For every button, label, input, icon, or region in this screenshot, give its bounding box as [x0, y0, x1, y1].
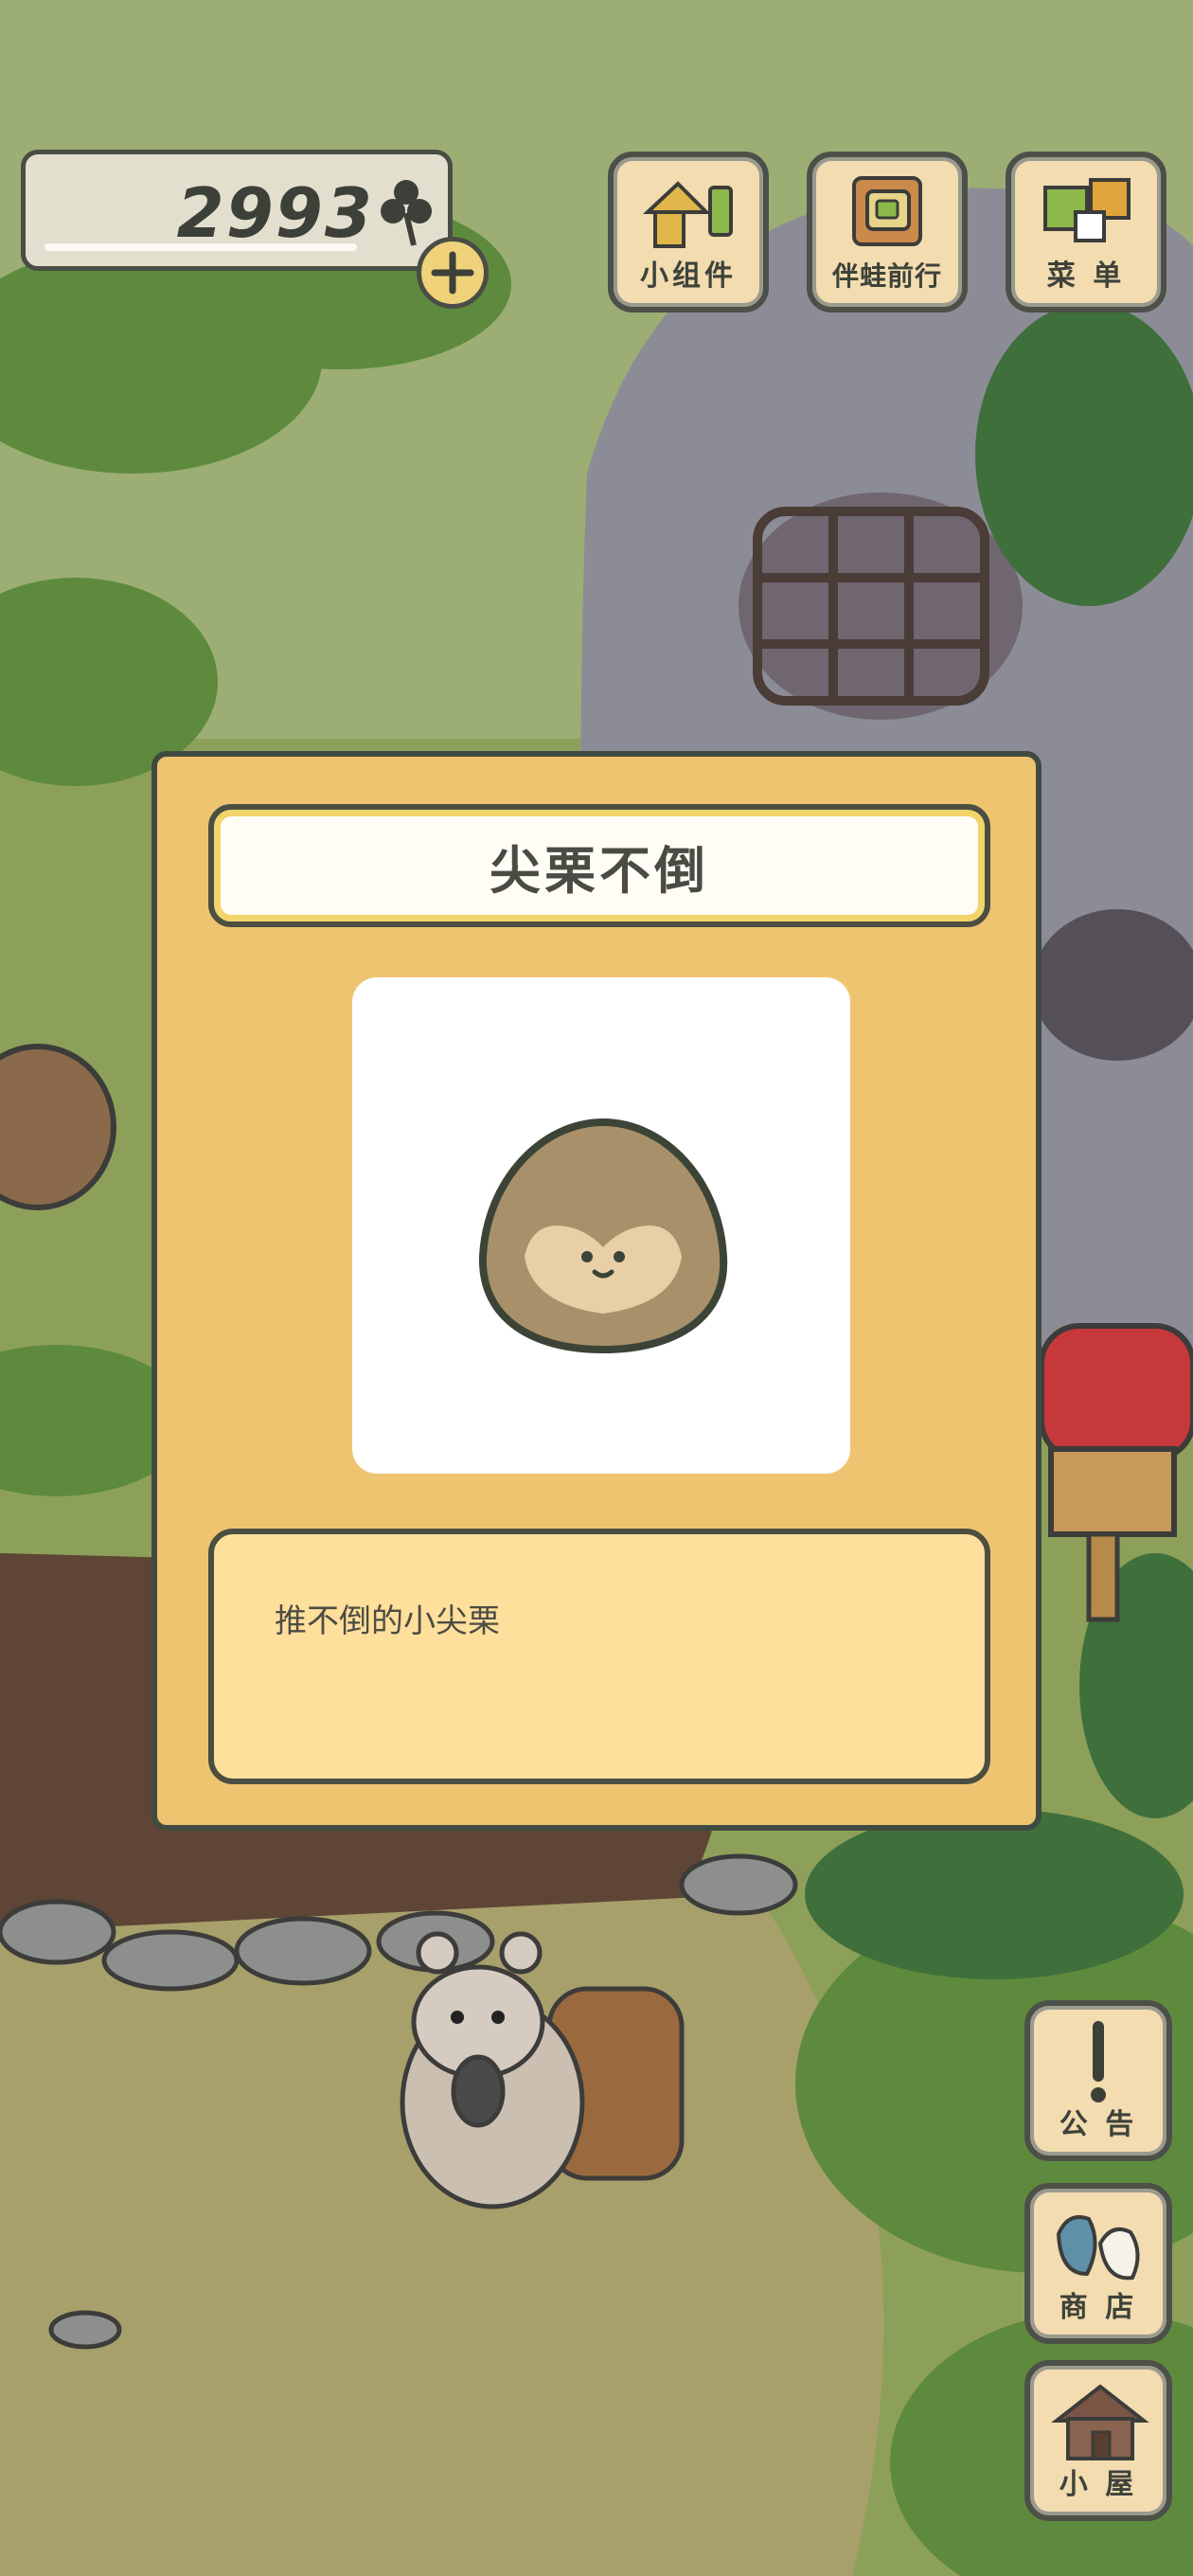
travel-with-frog-label: 伴蛙前行: [831, 260, 942, 292]
clover-counter: 2993: [21, 150, 453, 271]
cabin-label: 小 屋: [1059, 2468, 1138, 2501]
widget-button[interactable]: 小组件: [608, 152, 769, 313]
item-dialog: 尖栗不倒 推不倒的小尖栗: [151, 751, 1042, 1831]
travel-with-frog-button[interactable]: 伴蛙前行: [807, 152, 968, 313]
notice-button[interactable]: 公 告: [1024, 2000, 1172, 2161]
notice-label: 公 告: [1059, 2108, 1138, 2141]
plus-icon: [431, 251, 474, 295]
cabin-button[interactable]: 小 屋: [1024, 2360, 1172, 2521]
menu-button[interactable]: 菜 单: [1006, 152, 1166, 313]
item-description: 推不倒的小尖栗: [275, 1602, 500, 1640]
exclamation-icon: [1091, 2021, 1106, 2102]
item-image-frame: [352, 977, 850, 1474]
counter-bar: [45, 243, 357, 251]
house-icon: [1051, 2384, 1149, 2460]
shop-bag-icon: [1056, 2215, 1140, 2281]
item-title-box: 尖栗不倒: [208, 804, 990, 927]
shop-label: 商 店: [1059, 2291, 1138, 2324]
add-clover-button[interactable]: [417, 237, 489, 309]
clover-count: 2993: [176, 173, 374, 253]
widget-label: 小组件: [640, 259, 737, 293]
menu-label: 菜 单: [1046, 259, 1126, 293]
menu-icon: [1043, 178, 1131, 242]
chestnut-item-icon: [478, 1118, 728, 1354]
item-description-box: 推不倒的小尖栗: [208, 1529, 990, 1784]
frog-travel-icon: [852, 176, 922, 246]
item-title: 尖栗不倒: [490, 840, 709, 901]
widget-icon: [642, 181, 733, 248]
shop-button[interactable]: 商 店: [1024, 2183, 1172, 2344]
